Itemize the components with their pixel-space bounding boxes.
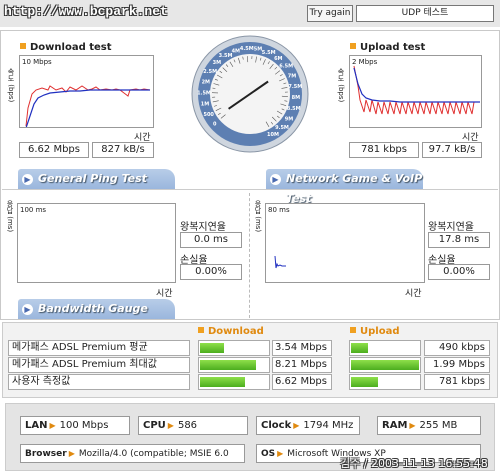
download-kbs-value: 827 kB/s — [92, 142, 154, 158]
ping-divider — [249, 193, 250, 318]
dial-tick-label: 6M — [274, 56, 282, 62]
download-value: 6.62 Mbps — [272, 374, 332, 390]
ping-icon: ▶ — [22, 174, 33, 185]
game-icon: ▶ — [270, 174, 281, 185]
speed-dial-graphic: 05001M1.5M2M2.5M3M3.5M4M 4.5M 5M5.5M6M6.5M… — [191, 35, 309, 153]
game-y-axis-label: 응답 (ms) — [254, 200, 262, 233]
dial-tick-label: 6.5M — [279, 64, 293, 70]
download-bar-box — [198, 340, 270, 356]
download-y-axis-label: 속도 (bps) — [7, 68, 15, 103]
dial-tick-label: 4.5M — [240, 46, 254, 52]
dial-tick-label: 4M — [232, 48, 240, 54]
upload-bar — [351, 377, 378, 387]
arrow-right-icon: ▶ — [68, 449, 75, 458]
bandwidth-row-label: 메가패스 ADSL Premium 최대값 — [8, 357, 190, 373]
bandwidth-row-label: 메가패스 ADSL Premium 평균 — [8, 340, 190, 356]
dial-tick-label: 8.5M — [287, 106, 301, 112]
dial-tick-label: 3.5M — [219, 53, 233, 59]
download-bar — [200, 377, 245, 387]
upload-value: 490 kbps — [424, 340, 490, 356]
download-graph: 10 Mbps — [19, 55, 154, 128]
upload-graph: 2 Mbps — [349, 55, 482, 128]
upload-bar-box — [349, 374, 421, 390]
upload-bar-box — [349, 357, 421, 373]
download-test-title: Download test — [20, 42, 112, 53]
upload-test-title: Upload test — [350, 42, 425, 53]
dial-tick-label: 9M — [285, 116, 293, 122]
upload-bar — [351, 343, 368, 353]
ping-scale-label: 100 ms — [20, 206, 47, 214]
upload-kbs-value: 97.7 kB/s — [422, 142, 482, 158]
arrow-right-icon: ▶ — [409, 421, 416, 430]
download-value: 3.54 Mbps — [272, 340, 332, 356]
ping-y-axis-label: 응답 (ms) — [6, 200, 14, 233]
dial-tick-label: 2.5M — [203, 69, 217, 75]
dial-tick-label: 500 — [203, 112, 214, 118]
bandwidth-download-header: Download — [198, 326, 264, 337]
bandwidth-row-label: 사용자 측정값 — [8, 374, 190, 390]
dial-tick-label: 10M — [267, 132, 279, 138]
upload-value: 781 kbps — [424, 374, 490, 390]
gauge-icon: ▶ — [22, 304, 33, 315]
upload-bar-box — [349, 340, 421, 356]
arrow-right-icon: ▶ — [49, 421, 56, 430]
download-bar-box — [198, 357, 270, 373]
ping-loss-value: 0.00% — [180, 264, 242, 280]
bullet-icon — [350, 43, 356, 49]
dial-tick-label: 1M — [201, 102, 209, 108]
browser-info: Browser ▶ Mozilla/4.0 (compatible; MSIE 6.… — [20, 444, 245, 463]
dial-tick-label: 1.5M — [197, 90, 211, 96]
dial-tick-label: 8M — [292, 95, 300, 101]
site-url-logo: http://www.bcpark.net — [4, 4, 168, 19]
game-latency-label: 왕복지연율 — [428, 222, 474, 233]
upload-value: 1.99 Mbps — [424, 357, 490, 373]
speed-dial: 0 500 1M 1.5M 2M 2.5M 3M 3.5M 4M 4.5M 5M 5.5M 6M 6.5M… — [190, 34, 310, 154]
general-ping-test-banner[interactable]: ▶ General Ping Test — [18, 169, 175, 189]
bandwidth-upload-header: Upload — [350, 326, 399, 337]
game-graph: 80 ms — [265, 203, 425, 283]
bullet-icon — [198, 327, 204, 333]
game-time-label: 시간 — [405, 289, 422, 299]
clock-info: Clock ▶ 1794 MHz — [256, 416, 360, 435]
arrow-right-icon: ▶ — [277, 449, 284, 458]
upload-kbps-value: 781 kbps — [349, 142, 419, 158]
download-bar — [200, 343, 224, 353]
dial-tick-label: 0 — [213, 122, 217, 128]
ping-latency-label: 왕복지연율 — [180, 222, 226, 233]
udp-test-button[interactable]: UDP 테스트 — [356, 5, 494, 22]
game-graph-line — [274, 255, 286, 269]
watermark-timestamp: 김주 / 2003-11-13 16:55:48 — [340, 457, 488, 470]
download-mbps-value: 6.62 Mbps — [19, 142, 89, 158]
ping-time-label: 시간 — [156, 289, 173, 299]
game-latency-value: 17.8 ms — [428, 232, 490, 248]
dial-tick-label: 3M — [213, 60, 221, 66]
bandwidth-gauge-banner[interactable]: ▶ Bandwidth Gauge — [18, 299, 175, 319]
dial-tick-label: 2M — [202, 79, 210, 85]
dial-tick-label: 7M — [288, 73, 296, 79]
ping-graph: 100 ms — [17, 203, 176, 283]
bullet-icon — [350, 327, 356, 333]
download-bar-box — [198, 374, 270, 390]
download-bar — [200, 360, 256, 370]
ram-info: RAM ▶ 255 MB — [377, 416, 481, 435]
dial-tick-label: 9.5M — [275, 125, 289, 131]
dial-tick-label: 7.5M — [288, 84, 302, 90]
ping-latency-value: 0.0 ms — [180, 232, 242, 248]
upload-bar — [351, 360, 419, 370]
upload-y-axis-label: 속도 (bps) — [337, 68, 345, 103]
upload-graph-lines — [353, 65, 480, 115]
lan-info: LAN ▶ 100 Mbps — [20, 416, 130, 435]
section-divider — [2, 189, 498, 190]
download-graph-lines — [25, 85, 151, 127]
game-loss-value: 0.00% — [428, 264, 490, 280]
arrow-right-icon: ▶ — [293, 421, 300, 430]
arrow-right-icon: ▶ — [167, 421, 174, 430]
bullet-icon — [20, 43, 26, 49]
cpu-info: CPU ▶ 586 — [138, 416, 248, 435]
try-again-button[interactable]: Try again — [307, 5, 353, 22]
game-voip-test-banner[interactable]: ▶ Network Game & VoIP Test — [266, 169, 423, 205]
download-value: 8.21 Mbps — [272, 357, 332, 373]
